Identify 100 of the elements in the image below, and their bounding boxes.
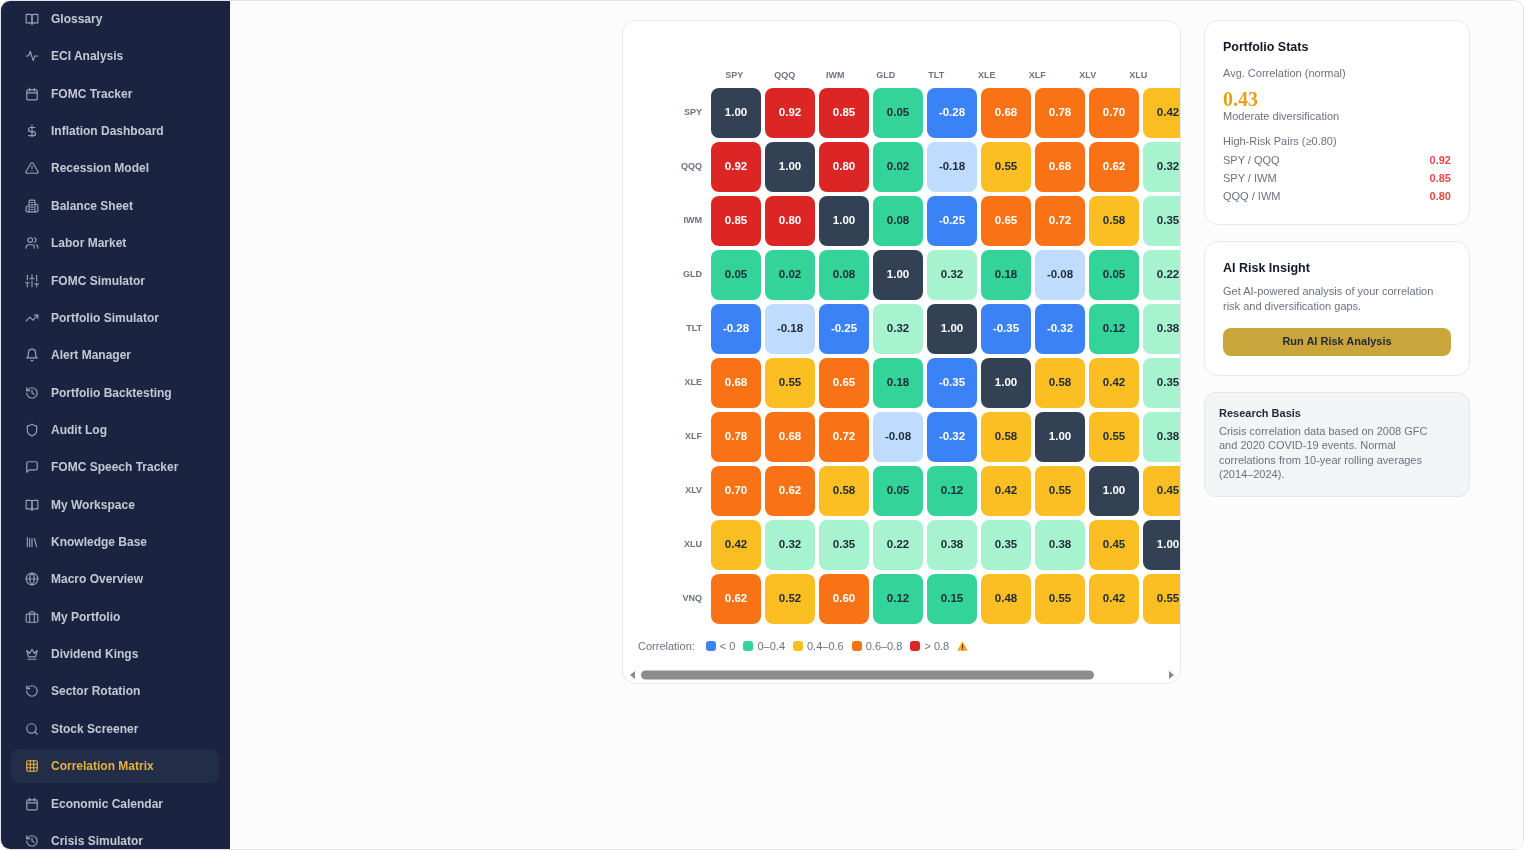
matrix-cell: 0.32 (765, 520, 815, 570)
matrix-cell: 0.72 (819, 412, 869, 462)
matrix-cell: 0.42 (1089, 358, 1139, 408)
matrix-cell: 0.65 (819, 358, 869, 408)
matrix-cell: 0.85 (819, 88, 869, 138)
matrix-cell: 0.35 (1143, 358, 1180, 408)
grid-icon (25, 759, 39, 774)
matrix-cell: 0.08 (819, 250, 869, 300)
matrix-cell: -0.08 (873, 412, 923, 462)
sidebar-item[interactable]: Balance Sheet (11, 188, 219, 223)
matrix-cell: 1.00 (765, 142, 815, 192)
matrix-cell: 1.00 (1089, 466, 1139, 516)
sidebar-item[interactable]: Correlation Matrix (11, 749, 219, 784)
book-icon (25, 12, 39, 26)
matrix-cell: -0.32 (1035, 304, 1085, 354)
sidebar-item[interactable]: ECI Analysis (11, 39, 219, 74)
sidebar-item[interactable]: Recession Model (11, 151, 219, 186)
matrix-cell: 0.05 (873, 88, 923, 138)
sidebar-item[interactable]: Dividend Kings (11, 637, 219, 672)
matrix-cell: 0.85 (711, 196, 761, 246)
sidebar-item[interactable]: Labor Market (11, 226, 219, 261)
building-icon (25, 198, 39, 213)
sidebar-item[interactable]: Audit Log (11, 412, 219, 447)
sidebar-item[interactable]: Sector Rotation (11, 674, 219, 709)
search-icon (25, 721, 39, 736)
matrix-cell: -0.28 (927, 88, 977, 138)
matrix-cell: 0.18 (873, 358, 923, 408)
legend-label: 0–0.4 (757, 638, 785, 654)
matrix-cell: 0.05 (711, 250, 761, 300)
column-header: XLE (977, 69, 997, 82)
matrix-cell: 0.80 (819, 142, 869, 192)
matrix-cell: -0.28 (711, 304, 761, 354)
matrix-cell: 0.48 (981, 574, 1031, 624)
matrix-cell: 0.22 (1143, 250, 1180, 300)
matrix-cell: 0.32 (927, 250, 977, 300)
matrix-cell: 1.00 (819, 196, 869, 246)
matrix-cell: 0.35 (819, 520, 869, 570)
column-header: XLF (1027, 69, 1047, 82)
stat-note: Moderate diversification (1223, 109, 1341, 124)
run-analysis-button[interactable]: Run AI Risk Analysis (1223, 327, 1451, 356)
book-icon (25, 497, 39, 512)
shield-icon (25, 422, 39, 437)
matrix-cell: 0.55 (1035, 466, 1085, 516)
sidebar-item[interactable]: Knowledge Base (11, 525, 219, 560)
matrix-cell: 0.42 (1089, 574, 1139, 624)
chat-icon (25, 460, 39, 475)
history-icon (25, 385, 39, 400)
row-header: SPY (683, 106, 702, 120)
sidebar-item[interactable]: Economic Calendar (11, 786, 219, 821)
matrix-cell: 1.00 (711, 88, 761, 138)
matrix-cell: 0.32 (1143, 142, 1180, 192)
matrix-cell: -0.25 (927, 196, 977, 246)
rotate-icon (25, 684, 39, 699)
sidebar-item[interactable]: Portfolio Backtesting (11, 375, 219, 410)
bell-icon (25, 348, 39, 363)
matrix-cell: 0.68 (765, 412, 815, 462)
matrix-cell: 0.68 (711, 358, 761, 408)
sidebar-item[interactable]: My Workspace (11, 487, 219, 522)
pulse-icon (25, 49, 39, 64)
sidebar-item[interactable]: My Portfolio (11, 599, 219, 634)
row-header: TLT (685, 322, 702, 336)
matrix-cell: 0.22 (873, 520, 923, 570)
sidebar-item[interactable]: FOMC Simulator (11, 263, 219, 298)
column-header: GLD (875, 69, 897, 82)
panel-title: Portfolio Stats (1223, 39, 1310, 55)
matrix-cell: 0.18 (981, 250, 1031, 300)
matrix-cell: 1.00 (927, 304, 977, 354)
pair-name: SPY / IWM (1223, 170, 1277, 186)
sidebar-item[interactable]: FOMC Tracker (11, 76, 219, 111)
horizontal-scrollbar[interactable] (628, 669, 1176, 681)
matrix-cell: 0.38 (1035, 520, 1085, 570)
sidebar-item[interactable]: Inflation Dashboard (11, 114, 219, 149)
sidebar-item[interactable]: Macro Overview (11, 562, 219, 597)
sidebar-item[interactable]: Stock Screener (11, 711, 219, 746)
column-header: QQQ (773, 69, 797, 82)
sliders-icon (25, 273, 39, 288)
row-header: XLU (683, 538, 702, 552)
column-header: XLU (1128, 69, 1149, 82)
row-header: VNQ (681, 592, 702, 606)
matrix-cell: 0.45 (1143, 466, 1180, 516)
matrix-cell: 0.72 (1035, 196, 1085, 246)
matrix-cell: 1.00 (1035, 412, 1085, 462)
row-header: IWM (682, 214, 702, 228)
matrix-cell: 0.78 (711, 412, 761, 462)
matrix-cell: 0.78 (1035, 88, 1085, 138)
matrix-cell: 1.00 (981, 358, 1031, 408)
sidebar-item[interactable]: Glossary (11, 2, 219, 36)
pair-name: SPY / QQQ (1223, 152, 1280, 168)
crown-icon (25, 647, 39, 662)
matrix-cell: 0.58 (1089, 196, 1139, 246)
legend-label: 0.4–0.6 (807, 638, 844, 654)
matrix-cell: 0.62 (1089, 142, 1139, 192)
matrix-cell: 0.32 (873, 304, 923, 354)
sidebar-item[interactable]: Crisis Simulator (11, 823, 219, 849)
sidebar-item[interactable]: Alert Manager (11, 338, 219, 373)
matrix-cell: 0.92 (711, 142, 761, 192)
matrix-cell: 0.42 (711, 520, 761, 570)
sidebar-item[interactable]: Portfolio Simulator (11, 300, 219, 335)
pair-value: 0.92 (1429, 152, 1451, 168)
sidebar-item[interactable]: FOMC Speech Tracker (11, 450, 219, 485)
